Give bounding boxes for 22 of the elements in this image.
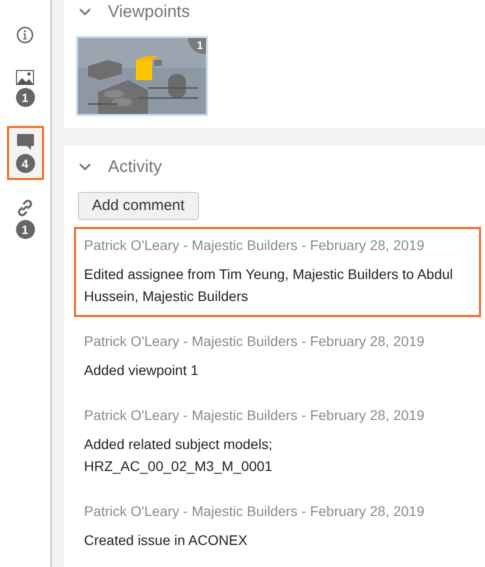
count-badge: 4 [16, 154, 34, 173]
count-badge: 1 [16, 220, 34, 239]
entry-meta: Patrick O'Leary - Majestic Builders - February 28, 2019 [84, 236, 426, 254]
entry-text: Added related subject models; HRZ_AC_00_02_M3_M_0001 [84, 435, 274, 476]
entry-meta: Patrick O'Leary - Majestic Builders - February 28, 2019 [84, 502, 426, 520]
link-icon [16, 199, 34, 217]
entry-text: Edited assignee from Tim Yeung, Majestic Builders to Abdul Hussein, Majestic Builders [84, 265, 454, 306]
image-icon [16, 70, 34, 85]
sidebar-tab[interactable]: 4 [6, 126, 44, 180]
sidebar-tab[interactable]: 1 [6, 63, 44, 114]
add-comment-button[interactable]: Add comment [78, 192, 199, 220]
viewpoint-thumbnail[interactable]: 1 [76, 36, 208, 116]
section-header[interactable]: Activity [76, 156, 162, 178]
entry-text: Created issue in ACONEX [84, 531, 248, 550]
entry-meta: Patrick O'Leary - Majestic Builders - February 28, 2019 [84, 332, 426, 350]
comment-icon [16, 133, 34, 151]
section-header[interactable]: Viewpoints [76, 0, 190, 22]
sidebar-tab[interactable]: 1 [6, 192, 44, 246]
entry-meta: Patrick O'Leary - Majestic Builders - February 28, 2019 [84, 406, 426, 424]
count-badge: 1 [16, 88, 34, 107]
entry-text: Added viewpoint 1 [84, 361, 200, 380]
info-icon [16, 26, 34, 44]
